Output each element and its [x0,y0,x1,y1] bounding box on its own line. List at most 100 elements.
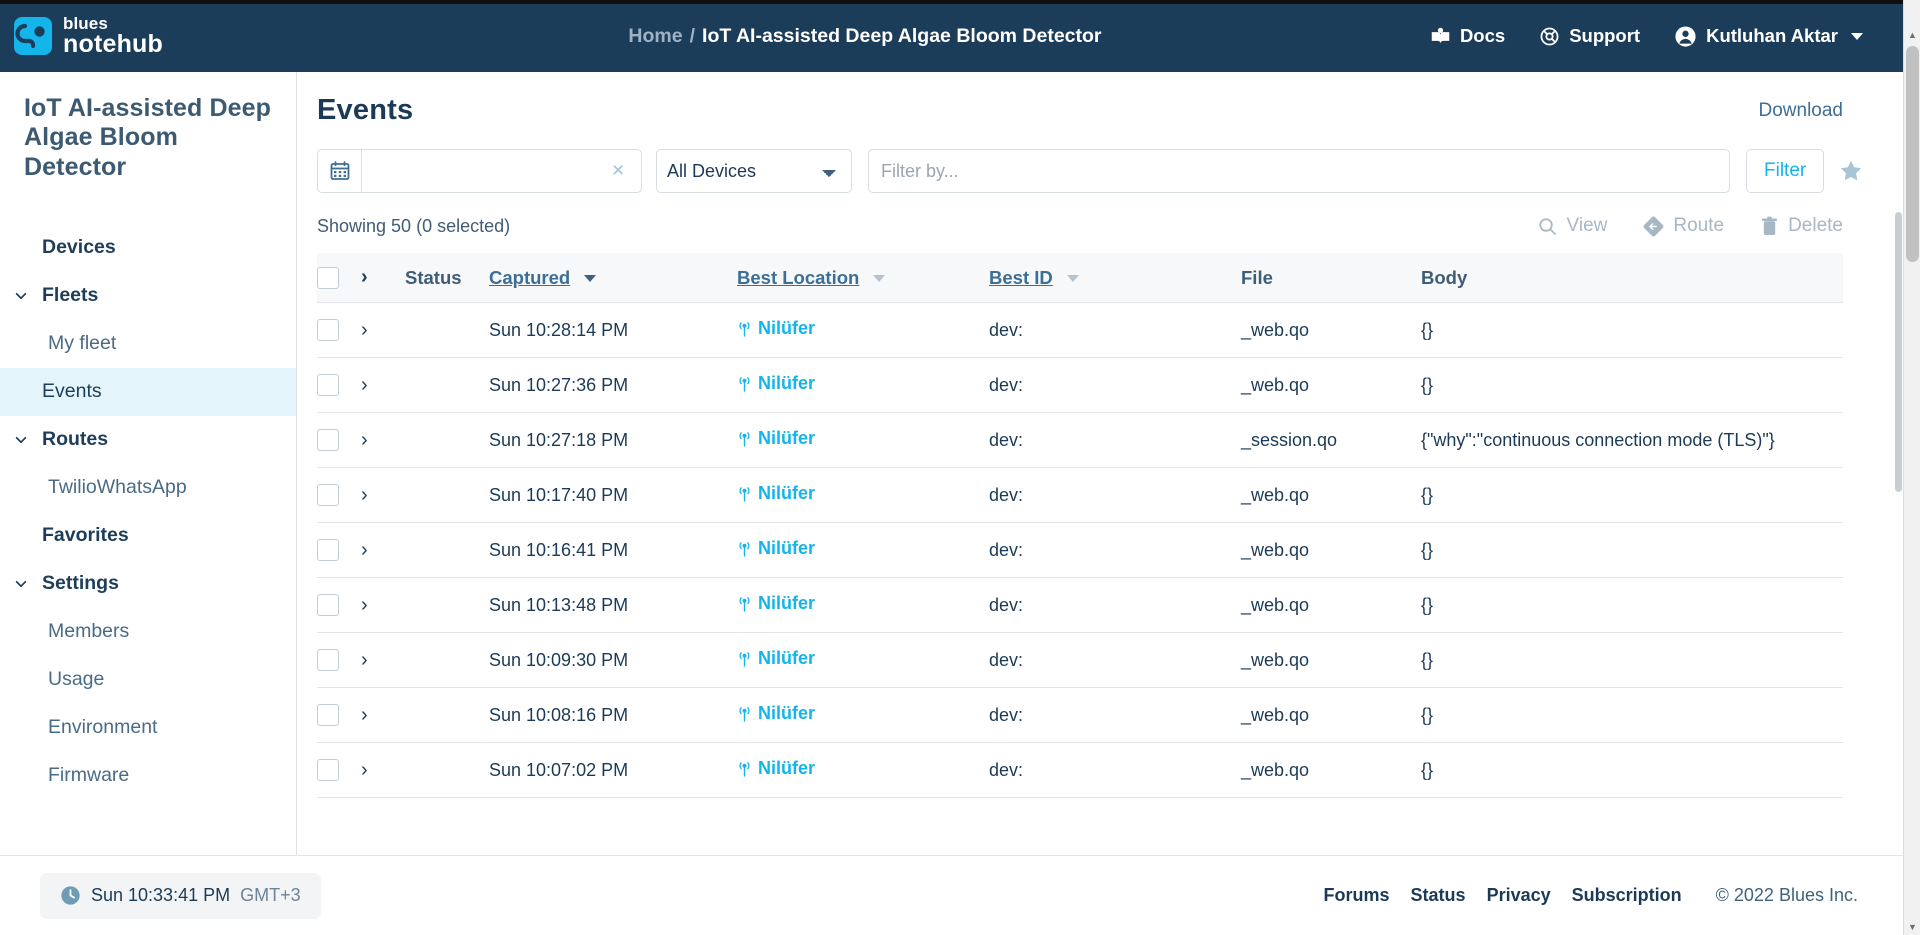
footer-link-privacy[interactable]: Privacy [1487,885,1551,906]
best-location-link[interactable]: Nilüfer [737,318,815,339]
table-row[interactable]: › Sun 10:28:14 PM Nilüfer [317,303,1843,358]
row-checkbox[interactable] [317,429,339,451]
expand-row-chevron-icon[interactable]: › [361,649,368,671]
content-scrollbar-thumb[interactable] [1895,212,1902,492]
best-location-link[interactable]: Nilüfer [737,593,815,614]
sidebar-item-members[interactable]: Members [0,608,296,656]
date-range-group [317,149,642,193]
sort-caret-icon[interactable] [1067,275,1079,282]
location-pin-icon [737,485,752,502]
row-expand-cell: › [361,358,405,413]
expand-row-chevron-icon[interactable]: › [361,484,368,506]
cell-captured: Sun 10:08:16 PM [489,688,737,743]
row-checkbox[interactable] [317,319,339,341]
scrollbar-down-arrow-icon[interactable]: ▼ [1904,918,1920,935]
expand-all-chevron-icon[interactable]: › [361,266,368,288]
clock-icon [60,885,81,906]
sidebar-item-my-fleet[interactable]: My fleet [0,320,296,368]
sort-caret-icon[interactable] [584,275,596,282]
th-status: Status [405,253,489,303]
th-best-location-label[interactable]: Best Location [737,267,859,288]
support-nav-button[interactable]: Support [1539,25,1640,47]
cell-best-location: Nilüfer [737,523,989,578]
navbar-right-group: Docs Support Kutluhan Aktar [1430,25,1903,48]
window-scrollbar-thumb[interactable] [1906,46,1919,262]
table-row[interactable]: › Sun 10:09:30 PM Nilüfer [317,633,1843,688]
sidebar-item-fleets[interactable]: Fleets [0,272,296,320]
expand-row-chevron-icon[interactable]: › [361,319,368,341]
sidebar-item-usage[interactable]: Usage [0,656,296,704]
best-location-link[interactable]: Nilüfer [737,648,815,669]
delete-action-button[interactable]: Delete [1760,215,1843,237]
calendar-picker-button[interactable] [317,149,361,193]
sidebar-item-settings[interactable]: Settings [0,560,296,608]
docs-nav-button[interactable]: Docs [1430,25,1505,47]
footer-link-status[interactable]: Status [1411,885,1466,906]
table-row[interactable]: › Sun 10:27:36 PM Nilüfer [317,358,1843,413]
best-location-link[interactable]: Nilüfer [737,538,815,559]
window-scrollbar[interactable]: ▲ ▼ [1903,0,1920,935]
date-clear-button[interactable]: × [612,149,634,193]
row-select-cell [317,358,361,413]
expand-row-chevron-icon[interactable]: › [361,704,368,726]
expand-row-chevron-icon[interactable]: › [361,759,368,781]
row-checkbox[interactable] [317,484,339,506]
trash-icon [1760,216,1779,237]
table-row[interactable]: › Sun 10:08:16 PM Nilüfer [317,688,1843,743]
best-location-link[interactable]: Nilüfer [737,483,815,504]
row-checkbox[interactable] [317,594,339,616]
table-row[interactable]: › Sun 10:13:48 PM Nilüfer [317,578,1843,633]
scrollbar-up-arrow-icon[interactable]: ▲ [1904,26,1920,43]
th-status-label: Status [405,267,462,288]
cell-body: {"why":"continuous connection mode (TLS)… [1421,413,1843,468]
sidebar-item-routes[interactable]: Routes [0,416,296,464]
table-row[interactable]: › Sun 10:16:41 PM Nilüfer [317,523,1843,578]
row-checkbox[interactable] [317,759,339,781]
row-checkbox[interactable] [317,649,339,671]
filter-button[interactable]: Filter [1746,149,1824,193]
th-best-id-label[interactable]: Best ID [989,267,1053,288]
table-row[interactable]: › Sun 10:07:02 PM Nilüfer [317,743,1843,798]
breadcrumb-home-link[interactable]: Home [628,25,682,48]
device-filter-select[interactable]: All Devices [656,149,852,193]
cell-body: {} [1421,523,1843,578]
content-scrollbar[interactable] [1895,72,1903,855]
row-expand-cell: › [361,523,405,578]
select-all-checkbox[interactable] [317,267,339,289]
row-checkbox[interactable] [317,374,339,396]
route-action-button[interactable]: Route [1643,215,1724,237]
expand-row-chevron-icon[interactable]: › [361,594,368,616]
user-menu-button[interactable]: Kutluhan Aktar [1674,25,1863,48]
best-location-link[interactable]: Nilüfer [737,758,815,779]
date-range-input[interactable] [361,149,642,193]
footer-link-forums[interactable]: Forums [1324,885,1390,906]
brand-logo-group[interactable]: blues notehub [0,15,300,58]
user-avatar-icon [1674,25,1697,48]
favorite-star-button[interactable] [1838,158,1864,184]
view-action-button[interactable]: View [1537,215,1608,237]
th-captured-label[interactable]: Captured [489,267,570,288]
filter-by-input[interactable] [868,149,1730,193]
best-location-link[interactable]: Nilüfer [737,703,815,724]
footer-link-subscription[interactable]: Subscription [1572,885,1682,906]
table-row[interactable]: › Sun 10:17:40 PM Nilüfer [317,468,1843,523]
best-location-link[interactable]: Nilüfer [737,373,815,394]
expand-row-chevron-icon[interactable]: › [361,539,368,561]
sidebar-item-events[interactable]: Events [0,368,296,416]
expand-row-chevron-icon[interactable]: › [361,429,368,451]
sidebar-item-environment[interactable]: Environment [0,704,296,752]
sidebar-item-favorites[interactable]: Favorites [0,512,296,560]
download-link[interactable]: Download [1759,100,1844,122]
best-location-link[interactable]: Nilüfer [737,428,815,449]
sidebar-item-twiliowhatsapp[interactable]: TwilioWhatsApp [0,464,296,512]
row-checkbox[interactable] [317,704,339,726]
results-summary-row: Showing 50 (0 selected) View Route [297,193,1903,237]
sidebar-item-devices[interactable]: Devices [0,224,296,272]
row-checkbox[interactable] [317,539,339,561]
sidebar-item-firmware[interactable]: Firmware [0,752,296,800]
sort-caret-icon[interactable] [873,275,885,282]
row-expand-cell: › [361,468,405,523]
expand-row-chevron-icon[interactable]: › [361,374,368,396]
cell-file: _web.qo [1241,523,1421,578]
table-row[interactable]: › Sun 10:27:18 PM Nilüfer [317,413,1843,468]
